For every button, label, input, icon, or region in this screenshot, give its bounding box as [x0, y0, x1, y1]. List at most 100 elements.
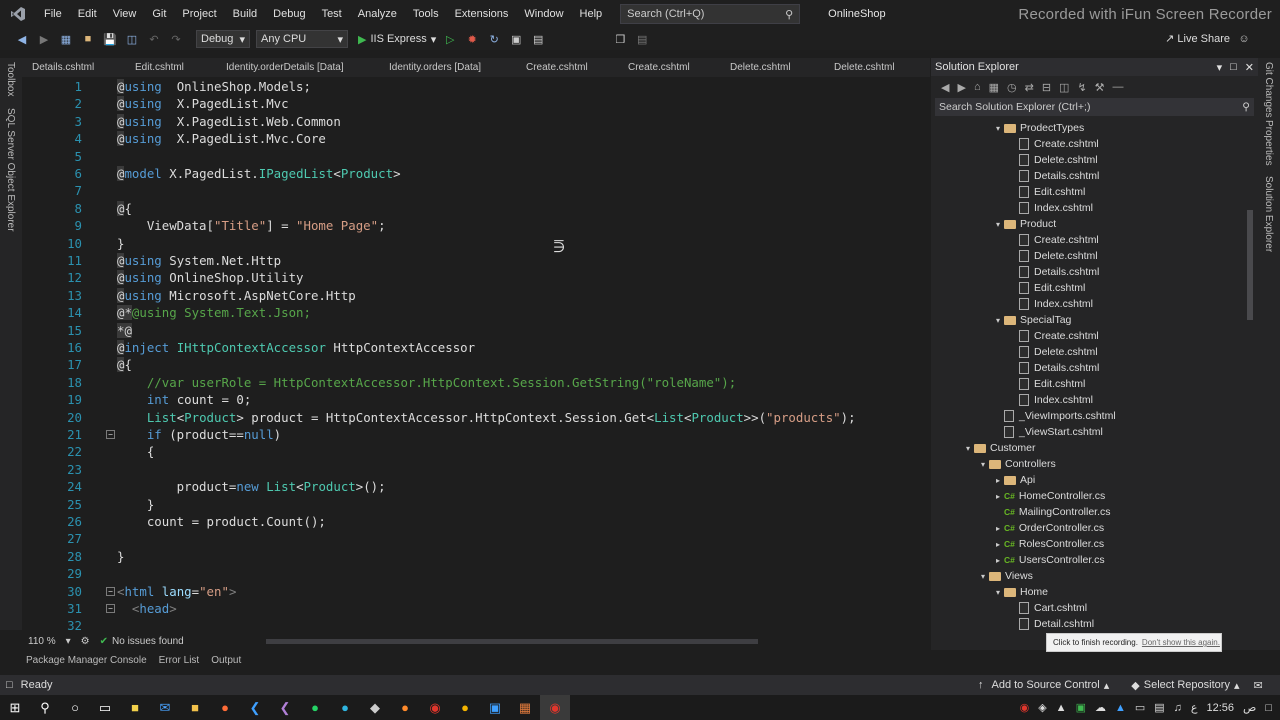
security-icon[interactable]: ▣: [1076, 701, 1086, 714]
redo-icon[interactable]: ↷: [168, 31, 184, 47]
postman-icon[interactable]: ●: [210, 695, 240, 720]
volume-icon[interactable]: ♫: [1174, 702, 1182, 714]
notifications-icon[interactable]: ✉: [1253, 679, 1262, 692]
code-editor[interactable]: ⋽ 1 @using OnlineShop.Models; 2 @using X.Pa…: [22, 77, 930, 633]
tree-item[interactable]: Edit.cshtml: [1007, 184, 1085, 200]
back-icon[interactable]: ◀: [14, 31, 30, 47]
tree-item[interactable]: ▾ ProdectTypes: [992, 120, 1084, 136]
tree-item[interactable]: ▾ Home: [992, 584, 1048, 600]
tree-item[interactable]: ▸ Api: [992, 472, 1035, 488]
menu-item[interactable]: Git: [144, 0, 174, 28]
expand-arrow-icon[interactable]: ▸: [992, 476, 1004, 485]
menu-item[interactable]: View: [105, 0, 145, 28]
live-share-button[interactable]: ↗ Live Share: [1165, 32, 1230, 45]
switch-views-icon[interactable]: ▦: [989, 81, 999, 94]
expand-arrow-icon[interactable]: ▸: [992, 540, 1004, 549]
network-icon[interactable]: ▤: [1154, 701, 1164, 714]
bottom-panel-tab[interactable]: Output: [207, 655, 245, 666]
tree-item[interactable]: Index.cshtml: [1007, 296, 1093, 312]
document-tab[interactable]: Create.cshtml: [618, 58, 720, 77]
tree-item[interactable]: Create.cshtml: [1007, 136, 1099, 152]
horizontal-scrollbar[interactable]: [266, 639, 758, 644]
document-tab[interactable]: Delete.cshtml: [824, 58, 930, 77]
visual-studio-icon[interactable]: ❮: [270, 695, 300, 720]
bottom-panel-tab[interactable]: Error List: [155, 655, 204, 666]
expand-arrow-icon[interactable]: ▸: [992, 556, 1004, 565]
menu-item[interactable]: Edit: [70, 0, 105, 28]
tree-item[interactable]: ▸ C# UsersController.cs: [992, 552, 1105, 568]
app-tray-icon[interactable]: ▲: [1056, 702, 1067, 714]
start-without-debugging-icon[interactable]: ▷: [442, 31, 458, 47]
clock[interactable]: 12:56: [1207, 702, 1235, 714]
chevron-down-icon[interactable]: ▾: [1217, 61, 1223, 74]
preview-icon[interactable]: —: [1113, 81, 1124, 93]
tree-item[interactable]: ▾ Product: [992, 216, 1056, 232]
collapse-region-icon[interactable]: −: [106, 430, 115, 439]
document-tab[interactable]: Identity.orderDetails [Data]: [216, 58, 379, 77]
collapse-arrow-icon[interactable]: ▾: [992, 124, 1004, 133]
menu-item[interactable]: Analyze: [350, 0, 405, 28]
tree-item[interactable]: Details.cshtml: [1007, 168, 1099, 184]
menu-item[interactable]: Tools: [405, 0, 447, 28]
chrome-icon[interactable]: ●: [450, 695, 480, 720]
cortana-icon[interactable]: ○: [60, 695, 90, 720]
whatsapp-icon[interactable]: ●: [300, 695, 330, 720]
menu-item[interactable]: Debug: [265, 0, 313, 28]
notes-app-icon[interactable]: ■: [120, 695, 150, 720]
vscode-icon[interactable]: ❮: [240, 695, 270, 720]
tree-item[interactable]: C# MailingController.cs: [992, 504, 1111, 520]
show-all-files-icon[interactable]: ◫: [1059, 81, 1069, 94]
tree-item[interactable]: Create.cshtml: [1007, 328, 1099, 344]
zoom-level[interactable]: 110 %: [28, 636, 56, 647]
solution-explorer-tab[interactable]: Solution Explorer: [1263, 176, 1274, 252]
tree-item[interactable]: Delete.cshtml: [1007, 248, 1098, 264]
expand-arrow-icon[interactable]: ▸: [992, 492, 1004, 501]
hot-reload-icon[interactable]: ✹: [464, 31, 480, 47]
tree-item[interactable]: ▸ C# OrderController.cs: [992, 520, 1104, 536]
tree-item[interactable]: ▾ SpecialTag: [992, 312, 1071, 328]
battery-icon[interactable]: ▭: [1135, 701, 1145, 714]
document-tab[interactable]: Delete.cshtml: [720, 58, 824, 77]
collapse-region-icon[interactable]: −: [106, 604, 115, 613]
collapse-arrow-icon[interactable]: ▾: [992, 220, 1004, 229]
tree-item[interactable]: Details.cshtml: [1007, 264, 1099, 280]
open-folder-icon[interactable]: ■: [80, 31, 96, 47]
action-center-icon[interactable]: □: [1265, 702, 1272, 714]
menu-item[interactable]: Help: [572, 0, 611, 28]
search-icon[interactable]: ⚲: [30, 695, 60, 720]
run-button[interactable]: ▶ IIS Express ▾: [358, 33, 436, 46]
collapse-all-icon[interactable]: ⊟: [1042, 81, 1051, 94]
expand-arrow-icon[interactable]: ▸: [992, 524, 1004, 533]
browser-link-icon[interactable]: ▣: [508, 31, 524, 47]
new-project-icon[interactable]: ▦: [58, 31, 74, 47]
document-tab[interactable]: Details.cshtml: [22, 58, 125, 77]
tree-item[interactable]: ▾ Customer: [962, 440, 1036, 456]
vpn-icon[interactable]: ◈: [1038, 701, 1046, 714]
bottom-panel-tab[interactable]: Package Manager Console: [22, 655, 151, 666]
document-tab[interactable]: Create.cshtml: [516, 58, 618, 77]
tree-item[interactable]: Edit.cshtml: [1007, 376, 1085, 392]
language-indicator[interactable]: ع: [1191, 701, 1198, 714]
record-indicator-icon[interactable]: ◉: [1020, 701, 1030, 714]
git-changes-tab[interactable]: Git Changes: [1263, 62, 1274, 118]
dont-show-again-link[interactable]: Don't show this again.: [1142, 638, 1220, 647]
collapse-arrow-icon[interactable]: ▾: [962, 444, 974, 453]
pin-icon[interactable]: □: [1230, 61, 1237, 74]
edge-icon[interactable]: ●: [330, 695, 360, 720]
toolbox-tab[interactable]: Toolbox: [5, 62, 16, 96]
tree-item[interactable]: _ViewImports.cshtml: [992, 408, 1116, 424]
comment-icon[interactable]: ▤: [634, 31, 650, 47]
select-repository-button[interactable]: Select Repository: [1144, 679, 1230, 691]
record-app-icon[interactable]: ◉: [420, 695, 450, 720]
refresh-icon[interactable]: ↻: [486, 31, 502, 47]
tree-item[interactable]: Cart.cshtml: [1007, 600, 1087, 616]
bookmark-icon[interactable]: ❒: [612, 31, 628, 47]
collapse-region-icon[interactable]: −: [106, 586, 115, 596]
windows-start-icon[interactable]: ⊞: [0, 695, 30, 720]
bluetooth-icon[interactable]: ▲: [1115, 702, 1126, 714]
recorder-app-icon[interactable]: ◉: [540, 695, 570, 720]
tree-item[interactable]: Detail.cshtml: [1007, 616, 1094, 632]
menu-item[interactable]: Build: [225, 0, 265, 28]
layout-icon[interactable]: ▤: [530, 31, 546, 47]
collapse-arrow-icon[interactable]: ▾: [992, 316, 1004, 325]
